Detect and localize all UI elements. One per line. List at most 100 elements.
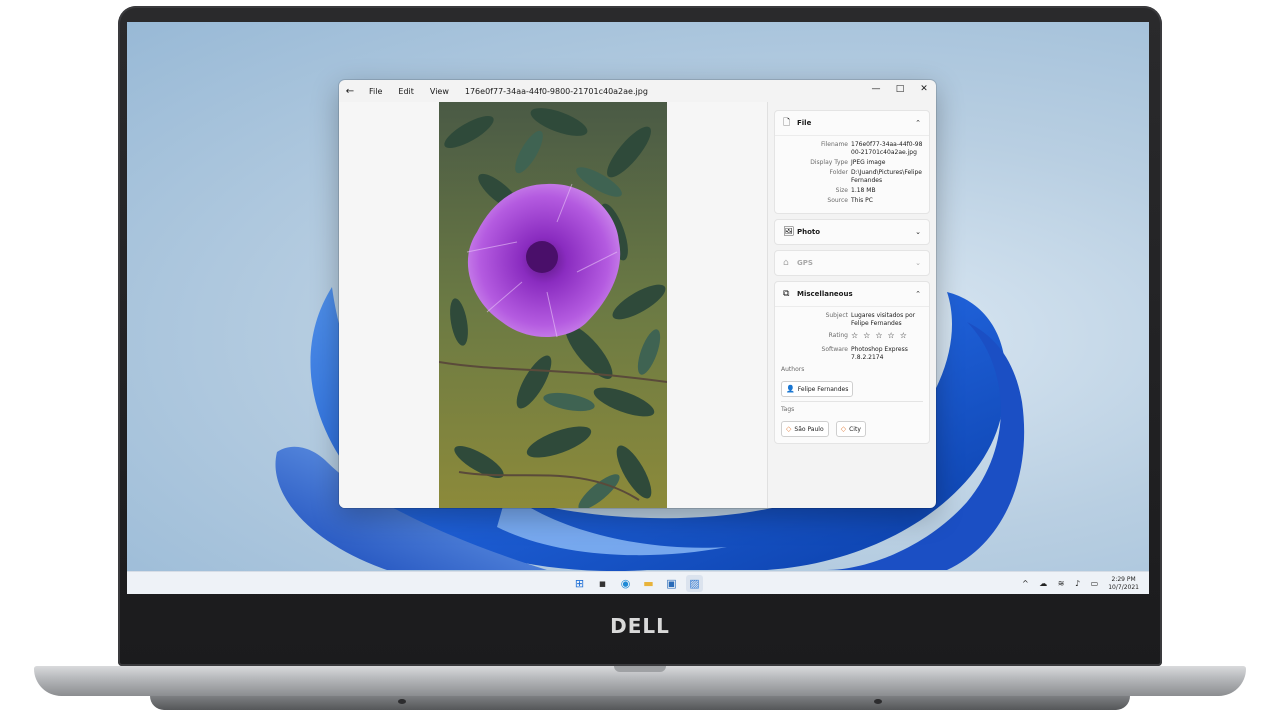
image-viewer-area [339,102,767,508]
misc-section-title: Miscellaneous [797,290,853,298]
back-arrow-icon[interactable]: ← [339,86,361,97]
property-row: Size 1.18 MB [781,187,923,195]
photo-section-title: Photo [797,228,821,236]
property-value: 1.18 MB [851,187,876,194]
gps-section: ⌂ GPS ⌄ [774,250,930,276]
subject-value[interactable]: Lugares visitados por Felipe Fernandes [851,312,923,328]
author-chip[interactable]: 👤 Felipe Fernandes [781,381,854,397]
rating-stars[interactable]: ☆☆☆☆☆ [851,332,923,340]
tag-name: City [849,425,861,433]
person-icon: 👤 [786,385,795,393]
property-row: Subject Lugares visitados por Felipe Fer… [781,312,923,328]
chevron-up-icon[interactable]: ⌃ [915,290,921,298]
volume-icon[interactable]: ♪ [1075,579,1084,588]
tag-name: São Paulo [794,425,824,433]
menu-file[interactable]: File [361,87,390,96]
panel-divider [767,102,768,508]
task-view-icon[interactable]: ▪ [594,575,611,592]
cloud-icon[interactable]: ☁ [1039,579,1051,588]
property-row: Software Photoshop Express 7.8.2.2174 [781,346,923,362]
property-key: Size [835,187,848,194]
misc-section: ⧉ Miscellaneous ⌃ Subject Lugares visita… [774,281,930,444]
property-row: Source This PC [781,197,923,205]
file-section-header[interactable]: 🗋 File ⌃ [775,111,929,135]
chevron-up-icon[interactable]: ^ [1022,579,1033,588]
property-key: Source [827,197,848,204]
software-value: Photoshop Express 7.8.2.2174 [851,346,908,361]
store-icon[interactable]: ▣ [663,575,680,592]
taskbar: ⊞ ▪ ◉ ▬ ▣ ▨ ^ ☁ ≋ ♪ ▭ 2:29 PM 10/7/2021 [127,571,1149,594]
properties-panel: 🗋 File ⌃ Filename 176e0f77-34aa-44f0-980… [774,110,930,449]
property-value: 176e0f77-34aa-44f0-9800-21701c40a2ae.jpg [851,141,923,156]
property-row: Folder D:\Juand\Pictures\Felipe Fernande… [781,169,923,185]
base-notch [614,666,666,672]
property-key: Display Type [810,159,848,166]
property-key: Filename [820,141,848,148]
battery-icon[interactable]: ▭ [1091,579,1103,588]
subject-key: Subject [825,312,848,319]
file-section: 🗋 File ⌃ Filename 176e0f77-34aa-44f0-980… [774,110,930,214]
start-icon[interactable]: ⊞ [571,575,588,592]
location-icon: ⌂ [783,258,789,268]
clock[interactable]: 2:29 PM 10/7/2021 [1108,576,1149,592]
property-value: D:\Juand\Pictures\Felipe Fernandes [851,169,922,184]
misc-section-body: Subject Lugares visitados por Felipe Fer… [775,306,929,443]
tags-list: ◇ São Paulo ◇ City [781,416,923,437]
rubber-foot [874,699,882,704]
tag-icon: ◇ [840,425,847,433]
software-key: Software [821,346,848,353]
authors-list: 👤 Felipe Fernandes [781,376,923,397]
author-name: Felipe Fernandes [797,385,849,393]
separator [781,401,923,402]
menu-view[interactable]: View [422,87,457,96]
clock-time: 2:29 PM [1111,575,1136,583]
clock-date: 10/7/2021 [1108,583,1139,591]
laptop-base [34,666,1246,696]
chevron-down-icon[interactable]: ⌄ [915,228,921,236]
file-section-body: Filename 176e0f77-34aa-44f0-9800-21701c4… [775,135,929,213]
tag-chip[interactable]: ◇ City [835,421,866,437]
close-button[interactable]: ✕ [912,80,936,98]
rubber-foot [398,699,406,704]
dell-logo: DELL [610,614,670,638]
minimize-button[interactable]: — [864,80,888,98]
taskbar-apps: ⊞ ▪ ◉ ▬ ▣ ▨ [571,575,703,592]
file-explorer-icon[interactable]: ▬ [640,575,657,592]
misc-section-header[interactable]: ⧉ Miscellaneous ⌃ [775,282,929,306]
edge-icon[interactable]: ◉ [617,575,634,592]
file-section-title: File [797,119,812,127]
property-row: Rating ☆☆☆☆☆ [781,332,923,340]
maximize-button[interactable]: □ [888,80,912,98]
rating-key: Rating [828,332,848,339]
system-tray: ^ ☁ ≋ ♪ ▭ 2:29 PM 10/7/2021 [1022,572,1149,594]
desktop-screen: ← File Edit View 176e0f77-34aa-44f0-9800… [127,22,1149,594]
tag-icon: ◇ [786,425,792,433]
chevron-up-icon[interactable]: ⌃ [915,119,921,127]
photo-section-header[interactable]: 🖼 Photo ⌄ [775,220,929,244]
property-value: This PC [851,197,873,204]
property-key: Folder [829,169,848,176]
image-icon: 🖼 [783,227,795,237]
title-bar: ← File Edit View 176e0f77-34aa-44f0-9800… [339,80,936,102]
gps-section-header: ⌂ GPS ⌄ [775,251,929,275]
wifi-icon[interactable]: ≋ [1058,579,1069,588]
property-row: Display Type JPEG image [781,159,923,167]
photos-icon[interactable]: ▨ [686,575,703,592]
tray-icons[interactable]: ^ ☁ ≋ ♪ ▭ [1022,579,1102,588]
tags-label: Tags [781,406,795,413]
authors-label: Authors [781,366,805,373]
caption-buttons: — □ ✕ [864,80,936,98]
window-title: 176e0f77-34aa-44f0-9800-21701c40a2ae.jpg [464,86,648,96]
property-value: JPEG image [851,159,886,166]
photo-section: 🖼 Photo ⌄ [774,219,930,245]
laptop-underside [150,696,1130,710]
document-icon: 🗋 [783,118,791,128]
property-row: Filename 176e0f77-34aa-44f0-9800-21701c4… [781,141,923,157]
tag-chip[interactable]: ◇ São Paulo [781,421,829,437]
gps-section-title: GPS [797,259,813,267]
chevron-down-icon: ⌄ [915,259,921,267]
menu-edit[interactable]: Edit [390,87,422,96]
misc-grid-icon: ⧉ [783,289,790,299]
photo-viewer-window: ← File Edit View 176e0f77-34aa-44f0-9800… [339,80,936,508]
flower-photo [439,102,667,508]
